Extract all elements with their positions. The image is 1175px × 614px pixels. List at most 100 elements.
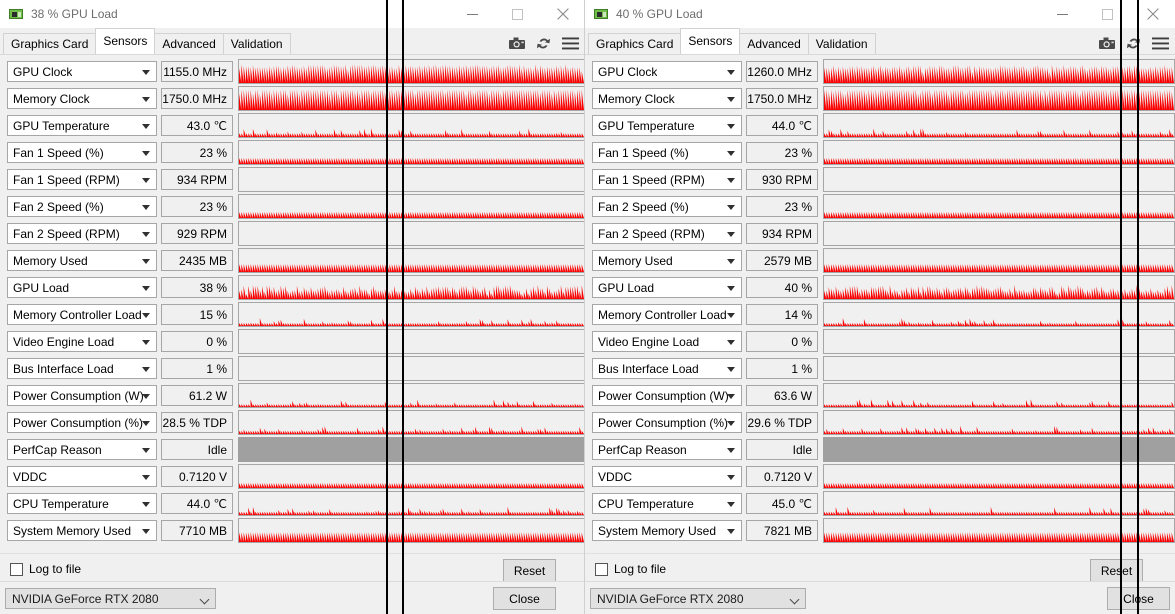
sensor-select-gpu-load[interactable]: GPU Load [592,277,742,298]
tab-sensors[interactable]: Sensors [680,28,741,54]
log-to-file-label: Log to file [29,562,82,576]
maximize-button[interactable] [495,0,540,28]
sensor-select-cpu-temperature[interactable]: CPU Temperature [592,493,742,514]
log-to-file-checkbox[interactable] [595,562,608,576]
reset-button[interactable]: Reset [1090,559,1143,582]
sensor-select-perfcap-reason[interactable]: PerfCap Reason [7,439,157,460]
sensor-select-memory-controller-load[interactable]: Memory Controller Load [592,304,742,325]
sensor-graph [238,383,585,408]
chevron-down-icon [142,366,150,372]
sensor-row: Memory Controller Load 15 % [0,301,585,328]
sensor-graph [823,86,1175,111]
sensor-select-fan-2-speed[interactable]: Fan 2 Speed (%) [7,196,157,217]
sensor-value: Idle [746,439,818,460]
sensor-select-video-engine-load[interactable]: Video Engine Load [7,331,157,352]
sensor-select-memory-used[interactable]: Memory Used [592,250,742,271]
chevron-down-icon [142,177,150,183]
camera-icon[interactable] [509,37,525,50]
sensor-select-memory-controller-load[interactable]: Memory Controller Load [7,304,157,325]
log-to-file-checkbox[interactable] [10,562,23,576]
reset-button[interactable]: Reset [503,559,556,582]
sensor-name: VDDC [598,469,633,484]
sensor-value: 929 RPM [161,223,233,244]
sensor-value: 930 RPM [746,169,818,190]
sensor-value: 43.0 ℃ [161,115,233,136]
sensor-graph [823,248,1175,273]
tab-validation[interactable]: Validation [222,33,291,54]
sensor-select-gpu-temperature[interactable]: GPU Temperature [7,115,157,136]
sensor-select-perfcap-reason[interactable]: PerfCap Reason [592,439,742,460]
sensor-name: Fan 1 Speed (%) [13,145,104,160]
sensor-select-system-memory-used[interactable]: System Memory Used [7,520,157,541]
refresh-icon[interactable] [536,36,551,51]
sensor-select-fan-1-speed-rpm[interactable]: Fan 1 Speed (RPM) [7,169,157,190]
sensor-graph [823,302,1175,327]
sensor-select-power-consumption[interactable]: Power Consumption (%) [7,412,157,433]
sensor-select-fan-1-speed[interactable]: Fan 1 Speed (%) [7,142,157,163]
sensor-value: 1750.0 MHz [161,88,233,109]
gpu-select[interactable]: NVIDIA GeForce RTX 2080 [590,588,806,609]
sensor-row: Video Engine Load 0 % [585,328,1175,355]
tab-validation[interactable]: Validation [807,33,876,54]
sensor-select-gpu-clock[interactable]: GPU Clock [592,61,742,82]
chevron-down-icon [727,204,735,210]
hamburger-menu-icon[interactable] [562,37,579,50]
sensor-value: 1750.0 MHz [746,88,818,109]
sensor-select-memory-clock[interactable]: Memory Clock [592,88,742,109]
maximize-button[interactable] [1085,0,1130,28]
close-dialog-button[interactable]: Close [493,587,556,610]
sensor-value: 7821 MB [746,520,818,541]
sensor-select-cpu-temperature[interactable]: CPU Temperature [7,493,157,514]
sensor-select-bus-interface-load[interactable]: Bus Interface Load [7,358,157,379]
sensor-select-memory-used[interactable]: Memory Used [7,250,157,271]
sensor-select-memory-clock[interactable]: Memory Clock [7,88,157,109]
sensor-select-power-consumption[interactable]: Power Consumption (%) [592,412,742,433]
chevron-down-icon [789,594,800,604]
sensor-name: GPU Clock [13,64,73,79]
sensor-select-vddc[interactable]: VDDC [7,466,157,487]
minimize-button[interactable] [1040,0,1085,28]
sensor-graph [823,167,1175,192]
sensor-select-gpu-clock[interactable]: GPU Clock [7,61,157,82]
sensor-select-power-consumption-w[interactable]: Power Consumption (W) [592,385,742,406]
sensor-select-fan-2-speed[interactable]: Fan 2 Speed (%) [592,196,742,217]
close-button[interactable] [540,0,585,28]
sensor-row: Memory Controller Load 14 % [585,301,1175,328]
sensor-value: 44.0 ℃ [161,493,233,514]
chevron-down-icon [727,258,735,264]
sensor-select-fan-1-speed-rpm[interactable]: Fan 1 Speed (RPM) [592,169,742,190]
hamburger-menu-icon[interactable] [1152,37,1169,50]
chevron-down-icon [727,447,735,453]
tab-advanced[interactable]: Advanced [739,33,809,54]
sensor-value: 28.5 % TDP [161,412,233,433]
chevron-down-icon [142,204,150,210]
sensor-select-power-consumption-w[interactable]: Power Consumption (W) [7,385,157,406]
sensor-value: 1155.0 MHz [161,61,233,82]
tab-advanced[interactable]: Advanced [154,33,224,54]
minimize-button[interactable] [450,0,495,28]
sensor-select-gpu-temperature[interactable]: GPU Temperature [592,115,742,136]
camera-icon[interactable] [1099,37,1115,50]
title-bar[interactable]: 38 % GPU Load [0,0,585,28]
sensor-row: GPU Temperature 44.0 ℃ [585,112,1175,139]
sensor-select-bus-interface-load[interactable]: Bus Interface Load [592,358,742,379]
sensor-select-video-engine-load[interactable]: Video Engine Load [592,331,742,352]
sensor-name: Fan 2 Speed (%) [598,199,689,214]
sensor-select-system-memory-used[interactable]: System Memory Used [592,520,742,541]
sensor-name: CPU Temperature [13,496,109,511]
title-bar[interactable]: 40 % GPU Load [585,0,1175,28]
sensor-value: 61.2 W [161,385,233,406]
sensor-graph [238,518,585,543]
tab-sensors[interactable]: Sensors [95,28,156,54]
sensor-select-fan-2-speed-rpm[interactable]: Fan 2 Speed (RPM) [7,223,157,244]
sensor-row: VDDC 0.7120 V [0,463,585,490]
tab-graphics-card[interactable]: Graphics Card [3,33,97,54]
sensor-select-vddc[interactable]: VDDC [592,466,742,487]
sensor-select-fan-2-speed-rpm[interactable]: Fan 2 Speed (RPM) [592,223,742,244]
sensor-graph [823,356,1175,381]
sensor-select-fan-1-speed[interactable]: Fan 1 Speed (%) [592,142,742,163]
sensor-name: Video Engine Load [13,334,115,349]
gpu-select[interactable]: NVIDIA GeForce RTX 2080 [5,588,216,609]
sensor-select-gpu-load[interactable]: GPU Load [7,277,157,298]
tab-graphics-card[interactable]: Graphics Card [588,33,682,54]
